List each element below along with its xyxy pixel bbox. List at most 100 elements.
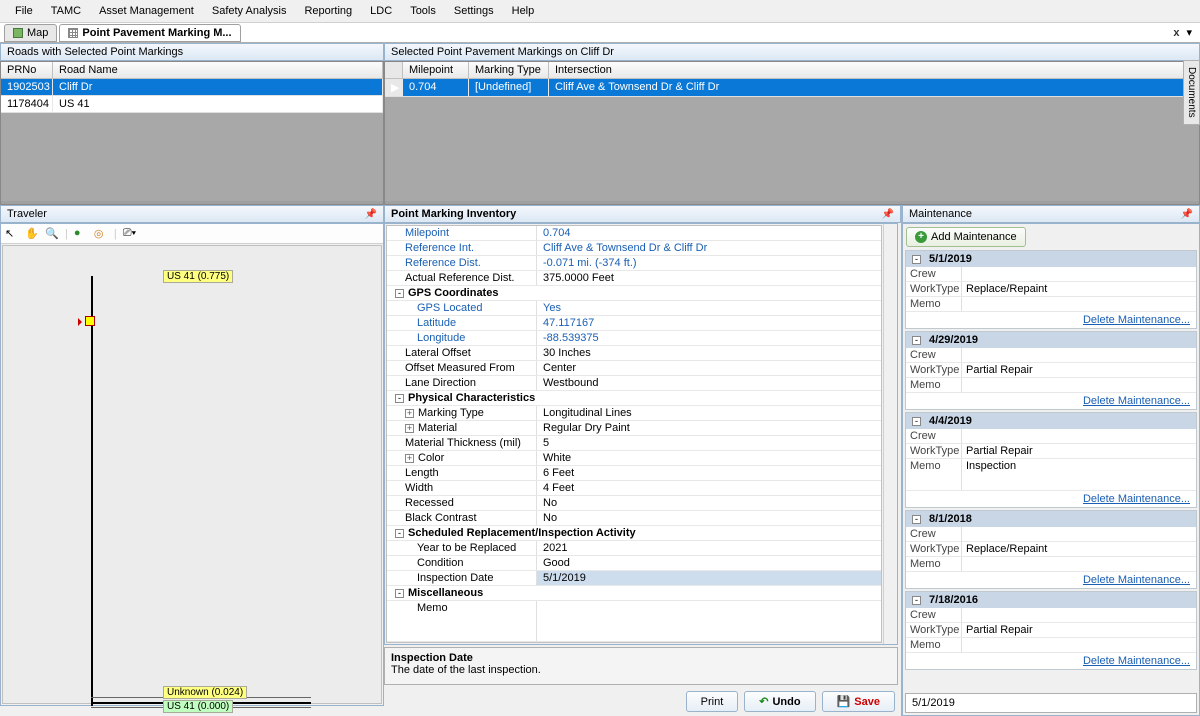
print-button[interactable]: Print <box>686 691 739 712</box>
pin-icon[interactable]: 📌 <box>365 209 377 220</box>
settings-icon[interactable]: ⎚▾ <box>123 227 137 241</box>
property-row[interactable]: Reference Dist.-0.071 mi. (-374 ft.) <box>387 256 881 271</box>
tab-map[interactable]: Map <box>4 24 57 42</box>
property-row[interactable]: +ColorWhite <box>387 451 881 466</box>
property-row[interactable]: +Marking TypeLongitudinal Lines <box>387 406 881 421</box>
save-icon: 💾 <box>837 695 851 708</box>
maintenance-date[interactable]: -4/29/2019 <box>906 332 1196 348</box>
col-milepoint[interactable]: Milepoint <box>403 62 469 78</box>
maintenance-item: -4/29/2019 Crew WorkTypePartial Repair M… <box>905 331 1197 410</box>
plus-icon: + <box>915 231 927 243</box>
menu-ldc[interactable]: LDC <box>361 2 401 20</box>
property-row[interactable]: Offset Measured FromCenter <box>387 361 881 376</box>
menu-help[interactable]: Help <box>503 2 544 20</box>
menu-tamc[interactable]: TAMC <box>42 2 90 20</box>
property-row[interactable]: Inspection Date5/1/2019 <box>387 571 881 586</box>
button-bar: Print ↶Undo 💾Save <box>384 687 901 716</box>
markings-grid: Milepoint Marking Type Intersection ▶0.7… <box>384 61 1200 205</box>
delete-maintenance-link[interactable]: Delete Maintenance... <box>1083 493 1190 505</box>
footer-date[interactable]: 5/1/2019 <box>905 693 1197 713</box>
property-category[interactable]: -Scheduled Replacement/Inspection Activi… <box>387 526 881 541</box>
property-row[interactable]: Black ContrastNo <box>387 511 881 526</box>
roads-grid: PRNo Road Name 1902503Cliff Dr1178404US … <box>0 61 384 205</box>
maintenance-item: -7/18/2016 Crew WorkTypePartial Repair M… <box>905 591 1197 670</box>
maintenance-panel: + Add Maintenance -5/1/2019 Crew WorkTyp… <box>902 223 1200 716</box>
property-row[interactable]: Longitude-88.539375 <box>387 331 881 346</box>
globe-icon[interactable]: ● <box>74 227 88 241</box>
documents-side-tab[interactable]: Documents <box>1183 60 1200 125</box>
table-row[interactable]: 1902503Cliff Dr <box>1 79 383 96</box>
pin-icon[interactable]: 📌 <box>1181 209 1193 220</box>
scrollbar[interactable] <box>883 224 897 644</box>
property-row[interactable]: GPS LocatedYes <box>387 301 881 316</box>
traveler-toolbar: ↖ ✋ 🔍 | ● ◎ | ⎚▾ <box>1 224 383 244</box>
property-row[interactable]: RecessedNo <box>387 496 881 511</box>
delete-maintenance-link[interactable]: Delete Maintenance... <box>1083 395 1190 407</box>
table-row[interactable]: 1178404US 41 <box>1 96 383 113</box>
grid-icon <box>68 28 78 38</box>
property-row[interactable]: Material Thickness (mil)5 <box>387 436 881 451</box>
property-row[interactable]: Length6 Feet <box>387 466 881 481</box>
traveler-panel: ↖ ✋ 🔍 | ● ◎ | ⎚▾ US 41 (0.775) Unknown (… <box>0 223 384 706</box>
col-road-name[interactable]: Road Name <box>53 62 383 78</box>
maintenance-date[interactable]: -5/1/2019 <box>906 251 1196 267</box>
tab-point-marking[interactable]: Point Pavement Marking M... <box>59 24 240 42</box>
point-marker[interactable] <box>85 316 95 326</box>
property-category[interactable]: -Miscellaneous <box>387 586 881 601</box>
target-icon[interactable]: ◎ <box>94 227 108 241</box>
pan-icon[interactable]: ✋ <box>25 227 39 241</box>
add-maintenance-button[interactable]: + Add Maintenance <box>906 227 1026 247</box>
inventory-header: Point Marking Inventory📌 <box>384 205 901 223</box>
zoom-icon[interactable]: 🔍 <box>45 227 59 241</box>
tab-dropdown-icon[interactable]: ▾ <box>1182 26 1196 39</box>
map-icon <box>13 28 23 38</box>
property-row[interactable]: ConditionGood <box>387 556 881 571</box>
property-category[interactable]: -GPS Coordinates <box>387 286 881 301</box>
col-selector <box>385 62 403 78</box>
tab-strip: Map Point Pavement Marking M... x ▾ <box>0 23 1200 43</box>
road-segment <box>91 276 93 706</box>
menu-tools[interactable]: Tools <box>401 2 445 20</box>
maintenance-item: -4/4/2019 Crew WorkTypePartial Repair Me… <box>905 412 1197 508</box>
maintenance-header: Maintenance📌 <box>902 205 1200 223</box>
save-button[interactable]: 💾Save <box>822 691 895 712</box>
markings-panel-header: Selected Point Pavement Markings on Clif… <box>384 43 1200 61</box>
property-row[interactable]: Latitude47.117167 <box>387 316 881 331</box>
property-row[interactable]: Lane DirectionWestbound <box>387 376 881 391</box>
maintenance-date[interactable]: -7/18/2016 <box>906 592 1196 608</box>
col-marking-type[interactable]: Marking Type <box>469 62 549 78</box>
road-label: Unknown (0.024) <box>163 686 247 699</box>
property-row[interactable]: Lateral Offset30 Inches <box>387 346 881 361</box>
traveler-header: Traveler📌 <box>0 205 384 223</box>
property-row[interactable]: Milepoint0.704 <box>387 226 881 241</box>
menu-reporting[interactable]: Reporting <box>295 2 361 20</box>
delete-maintenance-link[interactable]: Delete Maintenance... <box>1083 314 1190 326</box>
traveler-canvas[interactable]: US 41 (0.775) Unknown (0.024) US 41 (0.0… <box>2 245 382 704</box>
inventory-panel: Milepoint0.704Reference Int.Cliff Ave & … <box>384 223 898 645</box>
property-row[interactable]: Actual Reference Dist.375.0000 Feet <box>387 271 881 286</box>
tab-close-icon[interactable]: x <box>1170 27 1182 39</box>
property-row[interactable]: Reference Int.Cliff Ave & Townsend Dr & … <box>387 241 881 256</box>
maintenance-date[interactable]: -8/1/2018 <box>906 511 1196 527</box>
delete-maintenance-link[interactable]: Delete Maintenance... <box>1083 655 1190 667</box>
undo-button[interactable]: ↶Undo <box>744 691 815 712</box>
menu-asset-management[interactable]: Asset Management <box>90 2 203 20</box>
property-row[interactable]: Memo <box>387 601 881 642</box>
property-row[interactable]: +MaterialRegular Dry Paint <box>387 421 881 436</box>
pin-icon[interactable]: 📌 <box>882 209 894 220</box>
menu-bar: File TAMC Asset Management Safety Analys… <box>0 0 1200 23</box>
col-prno[interactable]: PRNo <box>1 62 53 78</box>
property-grid[interactable]: Milepoint0.704Reference Int.Cliff Ave & … <box>386 225 882 643</box>
table-row[interactable]: ▶0.704[Undefined]Cliff Ave & Townsend Dr… <box>385 79 1199 97</box>
property-category[interactable]: -Physical Characteristics <box>387 391 881 406</box>
property-row[interactable]: Year to be Replaced2021 <box>387 541 881 556</box>
maintenance-date[interactable]: -4/4/2019 <box>906 413 1196 429</box>
roads-panel-header: Roads with Selected Point Markings <box>0 43 384 61</box>
col-intersection[interactable]: Intersection <box>549 62 1199 78</box>
delete-maintenance-link[interactable]: Delete Maintenance... <box>1083 574 1190 586</box>
menu-settings[interactable]: Settings <box>445 2 503 20</box>
property-row[interactable]: Width4 Feet <box>387 481 881 496</box>
pointer-icon[interactable]: ↖ <box>5 227 19 241</box>
menu-file[interactable]: File <box>6 2 42 20</box>
menu-safety-analysis[interactable]: Safety Analysis <box>203 2 296 20</box>
